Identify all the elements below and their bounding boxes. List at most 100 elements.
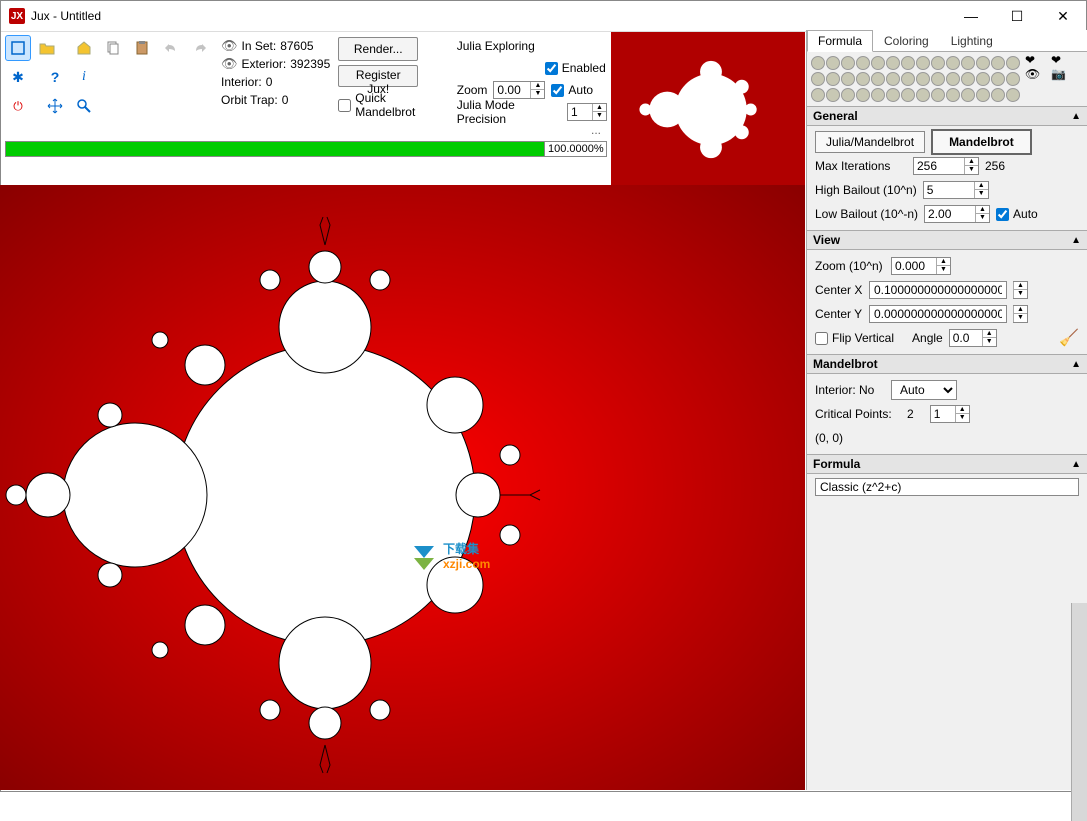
palette-row: ❤👁 ❤📷 [807, 52, 1087, 106]
critical-label: Critical Points: [815, 407, 892, 421]
watermark: 下载集 xzji.com [410, 540, 490, 571]
open-button[interactable] [34, 35, 60, 61]
spin-down-icon[interactable]: ▼ [592, 112, 606, 120]
undo-button[interactable] [158, 35, 184, 61]
formula-input[interactable] [815, 478, 1079, 496]
stats-block: 👁In Set: 87605 👁Exterior: 392395 Interio… [215, 35, 336, 123]
mandelbrot-button[interactable]: Mandelbrot [931, 129, 1032, 155]
render-button[interactable]: Render... [338, 37, 418, 61]
progress-row: 100.0000% [5, 141, 607, 157]
julia-auto-checkbox[interactable]: Auto [551, 83, 593, 97]
tab-formula[interactable]: Formula [807, 30, 873, 52]
max-iter-label: Max Iterations [815, 159, 907, 173]
high-bailout-spinbox[interactable]: ▲▼ [923, 181, 989, 199]
low-bailout-auto-checkbox[interactable]: Auto [996, 207, 1038, 221]
julia-zoom-spinbox[interactable]: ▲▼ [493, 81, 545, 99]
section-mandelbrot-body: Interior: No Auto Critical Points: 2 ▲▼ … [807, 374, 1087, 454]
julia-enabled-label: Enabled [562, 61, 606, 75]
critical-count: 2 [907, 407, 914, 421]
spin-up-icon[interactable]: ▲ [592, 104, 606, 112]
high-bailout-label: High Bailout (10^n) [815, 183, 917, 197]
watermark-url: xzji.com [443, 557, 490, 571]
info-icon: i [82, 69, 86, 85]
progress-value: 100.0000% [545, 141, 607, 157]
palette-eye-button[interactable]: ❤👁 [1024, 56, 1046, 78]
julia-precision-spinbox[interactable]: ▲▼ [567, 103, 607, 121]
section-mandelbrot-header[interactable]: Mandelbrot▲ [807, 354, 1087, 374]
center-y-label: Center Y [815, 307, 863, 321]
thumbnail-view[interactable] [611, 32, 805, 186]
section-view-body: Zoom (10^n) ▲▼ Center X ▲▼ Center Y ▲▼ F… [807, 250, 1087, 354]
auto-label: Auto [1013, 207, 1038, 221]
tab-lighting[interactable]: Lighting [940, 30, 1004, 52]
power-button[interactable]: ⏻ [5, 93, 31, 119]
new-button[interactable] [5, 35, 31, 61]
tab-coloring[interactable]: Coloring [873, 30, 940, 52]
minimize-button[interactable]: — [948, 1, 994, 31]
info-button[interactable]: i [71, 64, 97, 90]
orbit-trap-value: 0 [282, 92, 289, 108]
critical-spinbox[interactable]: ▲▼ [930, 405, 970, 423]
reset-view-button[interactable]: 🧹 [1059, 328, 1079, 348]
spin-up-icon[interactable]: ▲ [530, 82, 544, 90]
low-bailout-spinbox[interactable]: ▲▼ [924, 205, 990, 223]
paste-button[interactable] [129, 35, 155, 61]
angle-label: Angle [912, 331, 943, 345]
flip-vertical-checkbox[interactable]: Flip Vertical [815, 331, 894, 345]
home-button[interactable] [71, 35, 97, 61]
center-x-label: Center X [815, 283, 863, 297]
settings-button[interactable]: ✱ [5, 64, 31, 90]
interior-mode-label: Interior: No [815, 383, 885, 397]
close-button[interactable]: ✕ [1040, 1, 1086, 31]
exterior-label: Exterior: [242, 56, 287, 72]
register-button[interactable]: Register Jux! [338, 65, 418, 87]
window-controls: — ☐ ✕ [948, 1, 1086, 31]
julia-mandelbrot-button[interactable]: Julia/Mandelbrot [815, 131, 925, 153]
interior-combo[interactable]: Auto [891, 380, 957, 400]
center-y-spin[interactable]: ▲▼ [1013, 305, 1028, 323]
julia-title: Julia Exploring [457, 39, 535, 53]
critical-origin: (0, 0) [815, 431, 843, 445]
max-iter-fixed: 256 [985, 159, 1005, 173]
section-view-header[interactable]: View▲ [807, 230, 1087, 250]
center-x-spin[interactable]: ▲▼ [1013, 281, 1028, 299]
zoom-tool-button[interactable] [71, 93, 97, 119]
toolbar-panel: ✱ ? i ⏻ 👁In Set: 87605 👁Exterior: 392395… [1, 32, 611, 186]
in-set-label: In Set: [242, 38, 277, 54]
heart-eye-icon: ❤👁 [1025, 53, 1045, 81]
angle-spinbox[interactable]: ▲▼ [949, 329, 997, 347]
exterior-value: 392395 [290, 56, 330, 72]
spin-down-icon[interactable]: ▼ [530, 90, 544, 98]
power-icon: ⏻ [13, 99, 23, 114]
collapse-icon: ▲ [1071, 111, 1081, 122]
julia-enabled-checkbox[interactable]: Enabled [545, 61, 606, 75]
move-tool-button[interactable] [42, 93, 68, 119]
eye-icon: 👁 [221, 56, 238, 72]
copy-button[interactable] [100, 35, 126, 61]
julia-auto-label: Auto [568, 83, 593, 97]
maximize-button[interactable]: ☐ [994, 1, 1040, 31]
low-bailout-label: Low Bailout (10^-n) [815, 207, 918, 221]
flip-label: Flip Vertical [832, 331, 894, 345]
section-general-body: Julia/Mandelbrot Mandelbrot Max Iteratio… [807, 126, 1087, 230]
properties-tabs: Formula Coloring Lighting [807, 30, 1087, 52]
interior-label: Interior: [221, 74, 262, 90]
interior-value: 0 [266, 74, 273, 90]
view-zoom-label: Zoom (10^n) [815, 259, 885, 273]
section-formula-header[interactable]: Formula▲ [807, 454, 1087, 474]
section-general-header[interactable]: General▲ [807, 106, 1087, 126]
quick-mandelbrot-checkbox[interactable]: Quick Mandelbrot [338, 91, 444, 119]
redo-button[interactable] [187, 35, 213, 61]
palette-camera-button[interactable]: ❤📷 [1050, 56, 1072, 78]
max-iter-spinbox[interactable]: ▲▼ [913, 157, 979, 175]
view-zoom-spinbox[interactable]: ▲▼ [891, 257, 951, 275]
help-button[interactable]: ? [42, 64, 68, 90]
julia-block: Julia Exploring Enabled Zoom ▲▼ Auto Jul… [447, 35, 607, 123]
main-fractal-view[interactable]: 下载集 xzji.com [0, 185, 805, 790]
center-x-input[interactable] [869, 281, 1007, 299]
center-y-input[interactable] [869, 305, 1007, 323]
palette-grid[interactable] [811, 56, 1020, 102]
help-icon: ? [51, 69, 60, 85]
scrollbar[interactable] [1071, 603, 1087, 821]
section-view-title: View [813, 233, 840, 247]
